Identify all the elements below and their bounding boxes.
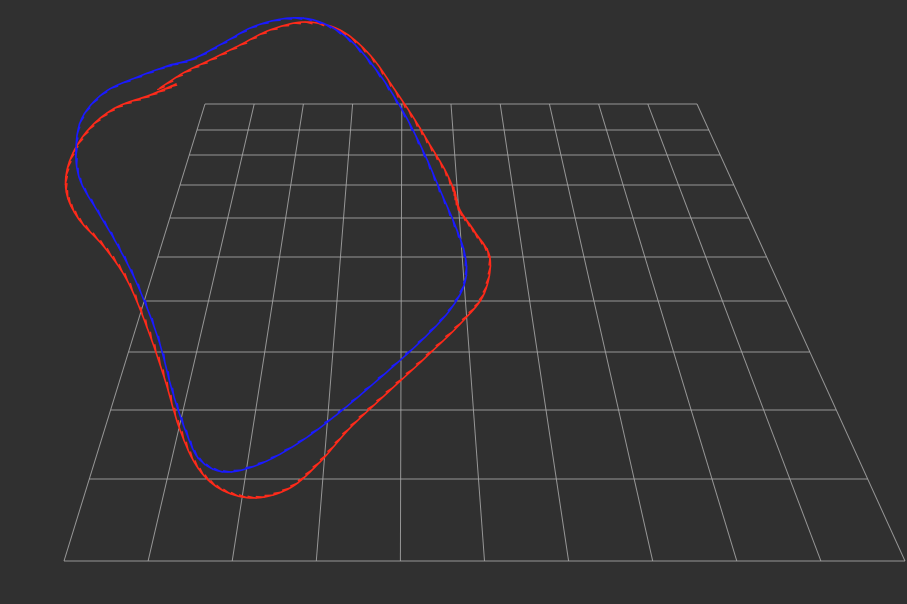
blue-trajectory-pose-arrow	[151, 317, 155, 328]
blue-trajectory-path	[75, 17, 468, 473]
red-trajectory-pose-arrow	[199, 62, 208, 66]
blue-trajectory-pose-arrow	[75, 157, 78, 168]
grid-line-vertical	[647, 103, 822, 562]
red-trajectory-pose-arrow	[228, 47, 238, 51]
red-trajectory-pose-arrow	[255, 495, 266, 498]
red-trajectory-path	[64, 83, 492, 499]
red-trajectory-pose-arrow	[218, 52, 228, 57]
grid-line-vertical	[696, 103, 906, 562]
blue-trajectory-pose-arrow	[181, 417, 185, 427]
red-trajectory-pose-arrow	[135, 294, 139, 304]
red-trajectory-pose-arrow	[208, 57, 218, 61]
blue-trajectory	[75, 17, 468, 473]
grid-line-vertical	[231, 103, 304, 562]
blue-trajectory-pose-arrow	[121, 80, 131, 84]
red-trajectory-pose-arrow	[174, 407, 177, 418]
grid-line-vertical	[63, 103, 206, 562]
red-trajectory-pose-arrow	[191, 66, 200, 70]
grid-line-vertical	[315, 103, 354, 562]
grid-line-vertical	[147, 103, 255, 562]
blue-trajectory-pose-arrow	[155, 67, 165, 71]
red-trajectory-pose-arrow	[443, 168, 447, 177]
grid-line-vertical	[450, 103, 485, 562]
blue-trajectory-pose-arrow	[455, 228, 460, 238]
blue-trajectory-pose-arrow	[79, 177, 84, 188]
red-trajectory-pose-arrow	[258, 32, 268, 36]
grid-line-vertical	[499, 103, 570, 562]
red-trajectory-pose-arrow	[486, 248, 490, 258]
blue-trajectory-pose-arrow	[282, 17, 293, 20]
grid-line-vertical	[399, 103, 403, 562]
blue-trajectory-pose-arrow	[459, 238, 463, 248]
red-trajectory	[64, 21, 492, 499]
red-trajectory-pose-arrow	[170, 394, 173, 405]
red-trajectory-pose-arrow	[68, 196, 72, 207]
blue-trajectory-pose-arrow	[168, 63, 179, 66]
red-trajectory-pose-arrow	[181, 431, 185, 441]
red-trajectory-pose-arrow	[185, 441, 189, 452]
scene-canvas[interactable]	[0, 0, 907, 604]
red-trajectory-pose-arrow	[454, 195, 457, 206]
3d-viewport[interactable]	[0, 0, 907, 604]
red-trajectory-pose-arrow	[269, 28, 278, 31]
blue-trajectory-pose-arrow	[77, 167, 80, 178]
ground-grid	[63, 103, 906, 562]
red-trajectory-pose-arrow	[292, 22, 302, 25]
red-trajectory-pose-arrow	[148, 93, 158, 97]
grid-line-vertical	[598, 103, 738, 562]
red-trajectory-pose-arrow	[155, 89, 166, 94]
red-trajectory-pose-arrow	[273, 491, 283, 494]
blue-trajectory-pose-arrow	[144, 71, 154, 75]
blue-trajectory-pose-arrow	[162, 65, 173, 69]
grid-line-vertical	[548, 103, 654, 562]
blue-trajectory-pose-arrow	[167, 371, 170, 381]
